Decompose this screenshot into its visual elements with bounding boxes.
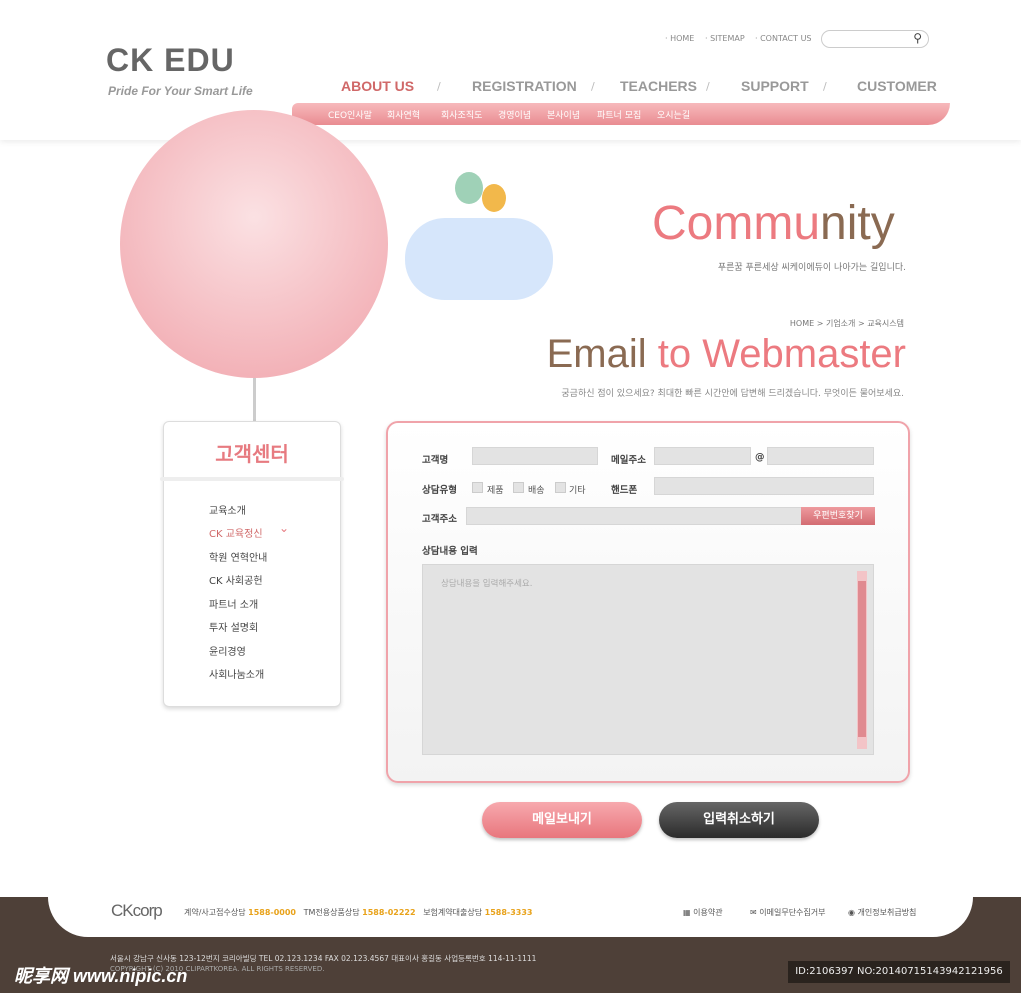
util-home[interactable]: · HOME <box>665 34 694 43</box>
subnav-item[interactable]: 파트너 모집 <box>597 108 641 121</box>
subnav-item[interactable]: 본사이념 <box>547 108 580 121</box>
mail-icon: ✉ <box>750 908 757 917</box>
hanging-string <box>253 378 256 422</box>
sidebar-item[interactable]: 파트너 소개 <box>209 596 258 611</box>
hero-title: Community <box>652 197 895 250</box>
eye-icon: ◉ <box>848 908 855 917</box>
label-name: 고객명 <box>422 455 449 466</box>
checkbox-product[interactable] <box>472 482 483 493</box>
cloud-illustration <box>405 218 553 300</box>
hero-subtitle: 푸른꿈 푸른세상 씨케이에듀이 나아가는 길입니다. <box>717 263 906 273</box>
label-address: 고객주소 <box>422 514 457 525</box>
balloon-illustration <box>482 184 506 212</box>
page-description: 궁금하신 점이 있으세요? 최대한 빠른 시간안에 답변해 드리겠습니다. 무엇… <box>561 389 904 399</box>
name-input[interactable] <box>472 447 598 465</box>
book-icon: ▦ <box>683 908 691 917</box>
address-input[interactable] <box>466 507 802 525</box>
util-sitemap[interactable]: · SITEMAP <box>705 34 745 43</box>
send-button[interactable]: 메일보내기 <box>482 802 642 838</box>
terms-link[interactable]: ▦ 이용약관 <box>683 907 723 918</box>
search-input[interactable]: ⚲ <box>821 30 929 48</box>
divider: / <box>706 80 710 93</box>
divider: / <box>591 80 595 93</box>
sidebar-item[interactable]: CK 사회공헌 <box>209 572 263 587</box>
sidebar-title: 고객센터 <box>215 442 289 466</box>
at-sign: @ <box>755 452 765 463</box>
nav-teachers[interactable]: TEACHERS <box>620 78 697 94</box>
label-email: 메일주소 <box>611 455 646 466</box>
email-refusal-link[interactable]: ✉ 이메일무단수집거부 <box>750 907 826 918</box>
subnav-item[interactable]: 경영이념 <box>498 108 531 121</box>
slogan: Pride For Your Smart Life <box>108 84 253 98</box>
sidebar-item[interactable]: 학원 연혁안내 <box>209 549 267 564</box>
label-content: 상담내용 입력 <box>422 546 478 557</box>
util-contact[interactable]: · CONTACT US <box>755 34 812 43</box>
email-domain-input[interactable] <box>767 447 874 465</box>
sidebar-item[interactable]: 교육소개 <box>209 502 246 517</box>
watermark: 昵享网 www.nipic.cn <box>14 966 188 986</box>
sidebar: 고객센터 교육소개 CK 교육정신 ⌄ 학원 연혁안내 CK 사회공헌 파트너 … <box>160 421 344 707</box>
divider <box>160 477 344 481</box>
label-phone: 핸드폰 <box>611 485 638 496</box>
nav-support[interactable]: SUPPORT <box>741 78 809 94</box>
cancel-button[interactable]: 입력취소하기 <box>659 802 819 838</box>
subnav-item[interactable]: CEO인사말 <box>328 108 372 121</box>
balloon-illustration <box>455 172 483 204</box>
email-id-input[interactable] <box>654 447 751 465</box>
phone-input[interactable] <box>654 477 874 495</box>
privacy-link[interactable]: ◉ 개인정보취급방침 <box>848 907 916 918</box>
watermark-id: ID:2106397 NO:20140715143942121956 <box>788 961 1010 983</box>
logo[interactable]: CK EDU <box>106 42 235 79</box>
footer-logo: CKcorp <box>111 901 163 920</box>
sub-nav: CEO인사말 회사연혁 회사조직도 경영이념 본사이념 파트너 모집 오시는길 <box>292 103 950 125</box>
subnav-item[interactable]: 회사조직도 <box>441 108 482 121</box>
search-icon[interactable]: ⚲ <box>913 31 922 45</box>
label-type: 상담유형 <box>422 485 457 496</box>
sidebar-item-active[interactable]: CK 교육정신 <box>209 525 263 540</box>
nav-registration[interactable]: REGISTRATION <box>472 78 577 94</box>
scrollbar-thumb[interactable] <box>858 581 866 737</box>
scrollbar[interactable] <box>857 571 867 749</box>
zip-search-button[interactable]: 우편번호찾기 <box>801 507 875 525</box>
footer-contact: 계약/사고접수상담 1588-0000 TM전용상품상담 1588-02222 … <box>184 908 533 917</box>
breadcrumb: HOME > 기업소개 > 교육시스템 <box>789 319 904 328</box>
checkbox-label: 기타 <box>569 486 586 496</box>
checkbox-other[interactable] <box>555 482 566 493</box>
placeholder: 상담내용을 입력해주세요. <box>441 579 533 589</box>
sidebar-item[interactable]: 투자 설명회 <box>209 619 258 634</box>
checkbox-delivery[interactable] <box>513 482 524 493</box>
nav-about-us[interactable]: ABOUT US <box>341 78 414 94</box>
subnav-item[interactable]: 회사연혁 <box>387 108 420 121</box>
content-textarea[interactable]: 상담내용을 입력해주세요. <box>422 564 874 755</box>
chevron-down-icon: ⌄ <box>279 521 290 535</box>
divider: / <box>437 80 441 93</box>
page-title: Email to Webmaster <box>546 332 906 376</box>
sidebar-item[interactable]: 윤리경영 <box>209 643 246 658</box>
subnav-item[interactable]: 오시는길 <box>657 108 690 121</box>
checkbox-label: 제품 <box>487 486 504 496</box>
checkbox-label: 배송 <box>528 486 545 496</box>
hero-illustration <box>120 110 388 378</box>
nav-customer[interactable]: CUSTOMER <box>857 78 937 94</box>
divider: / <box>823 80 827 93</box>
sidebar-item[interactable]: 사회나눔소개 <box>209 666 264 681</box>
